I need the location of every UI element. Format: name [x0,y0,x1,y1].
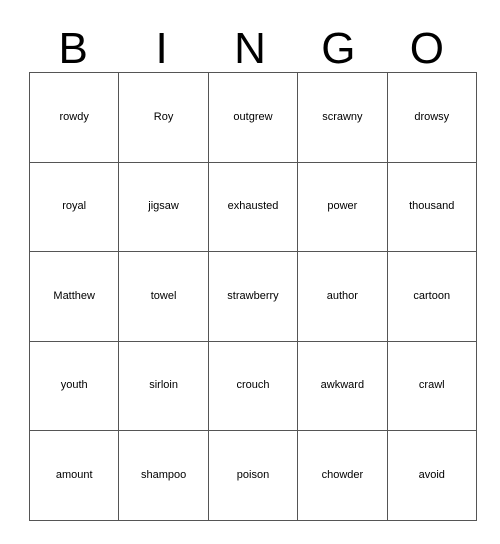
bingo-cell-word: thousand [409,200,455,213]
bingo-cell-word: rowdy [59,110,89,123]
bingo-cell[interactable]: towel [118,251,209,342]
bingo-cell-word: outgrew [233,110,273,123]
bingo-grid: rowdy Roy outgrew scrawny drowsy royal j… [28,72,477,521]
bingo-cell-word: power [327,200,358,213]
bingo-cell[interactable]: avoid [386,430,477,521]
bingo-header-row: B I N G O [29,25,471,72]
bingo-cell[interactable]: chowder [297,430,388,521]
bingo-cell[interactable]: royal [28,161,120,253]
bingo-cell[interactable]: Matthew [28,251,120,342]
bingo-cell[interactable]: crawl [386,340,477,432]
bingo-cell[interactable]: youth [28,340,120,432]
bingo-cell-word: avoid [418,468,445,481]
bingo-cell-word: crawl [418,379,445,392]
bingo-cell[interactable]: shampoo [118,430,209,521]
bingo-cell-word: shampoo [140,468,187,481]
bingo-cell-word: sirloin [149,379,178,392]
bingo-cell[interactable]: scrawny [297,72,388,163]
bingo-cell[interactable]: jigsaw [118,161,209,253]
bingo-cell-word: towel [150,289,177,302]
bingo-cell-word: Matthew [53,289,95,302]
header-letter-n: N [234,23,266,73]
bingo-cell-word: cartoon [413,289,451,302]
bingo-cell-word: chowder [321,468,364,481]
header-letter-o: O [409,23,444,73]
bingo-cell-word: scrawny [322,110,363,123]
bingo-cell[interactable]: drowsy [386,72,477,163]
bingo-cell[interactable]: cartoon [386,251,477,342]
bingo-cell-word: strawberry [227,289,279,302]
bingo-cell[interactable]: author [297,251,388,342]
bingo-cell[interactable]: crouch [207,340,299,432]
bingo-cell-word: royal [62,200,87,213]
bingo-cell-word: exhausted [227,200,279,213]
bingo-cell[interactable]: amount [28,430,120,521]
bingo-cell[interactable]: exhausted [207,161,299,253]
bingo-row: royal jigsaw exhausted power thousand [28,161,477,253]
bingo-cell-word: poison [236,468,270,481]
bingo-cell[interactable]: power [297,161,388,253]
bingo-card: B I N G O rowdy Roy outgrew scrawny drow… [28,25,477,521]
bingo-row: youth sirloin crouch awkward crawl [28,340,477,432]
bingo-cell-word: youth [60,379,88,392]
bingo-cell[interactable]: awkward [297,340,388,432]
bingo-cell-word: author [326,289,358,302]
bingo-cell[interactable]: strawberry [207,251,299,342]
bingo-cell[interactable]: outgrew [207,72,299,163]
bingo-row: amount shampoo poison chowder avoid [28,430,477,521]
bingo-cell[interactable]: poison [207,430,299,521]
bingo-cell[interactable]: sirloin [118,340,209,432]
bingo-cell-word: amount [55,468,93,481]
header-letter-b: B [58,23,88,73]
bingo-cell[interactable]: Roy [118,72,209,163]
bingo-cell[interactable]: rowdy [28,72,120,163]
bingo-cell-word: awkward [320,379,365,392]
bingo-cell-word: jigsaw [148,200,179,213]
header-letter-i: I [155,23,168,73]
bingo-cell-word: Roy [153,110,174,123]
bingo-cell[interactable]: thousand [386,161,477,253]
bingo-row: Matthew towel strawberry author cartoon [28,251,477,342]
bingo-cell-word: drowsy [414,110,450,123]
bingo-cell-word: crouch [236,379,270,392]
bingo-row: rowdy Roy outgrew scrawny drowsy [28,72,477,163]
header-letter-g: G [321,23,356,73]
